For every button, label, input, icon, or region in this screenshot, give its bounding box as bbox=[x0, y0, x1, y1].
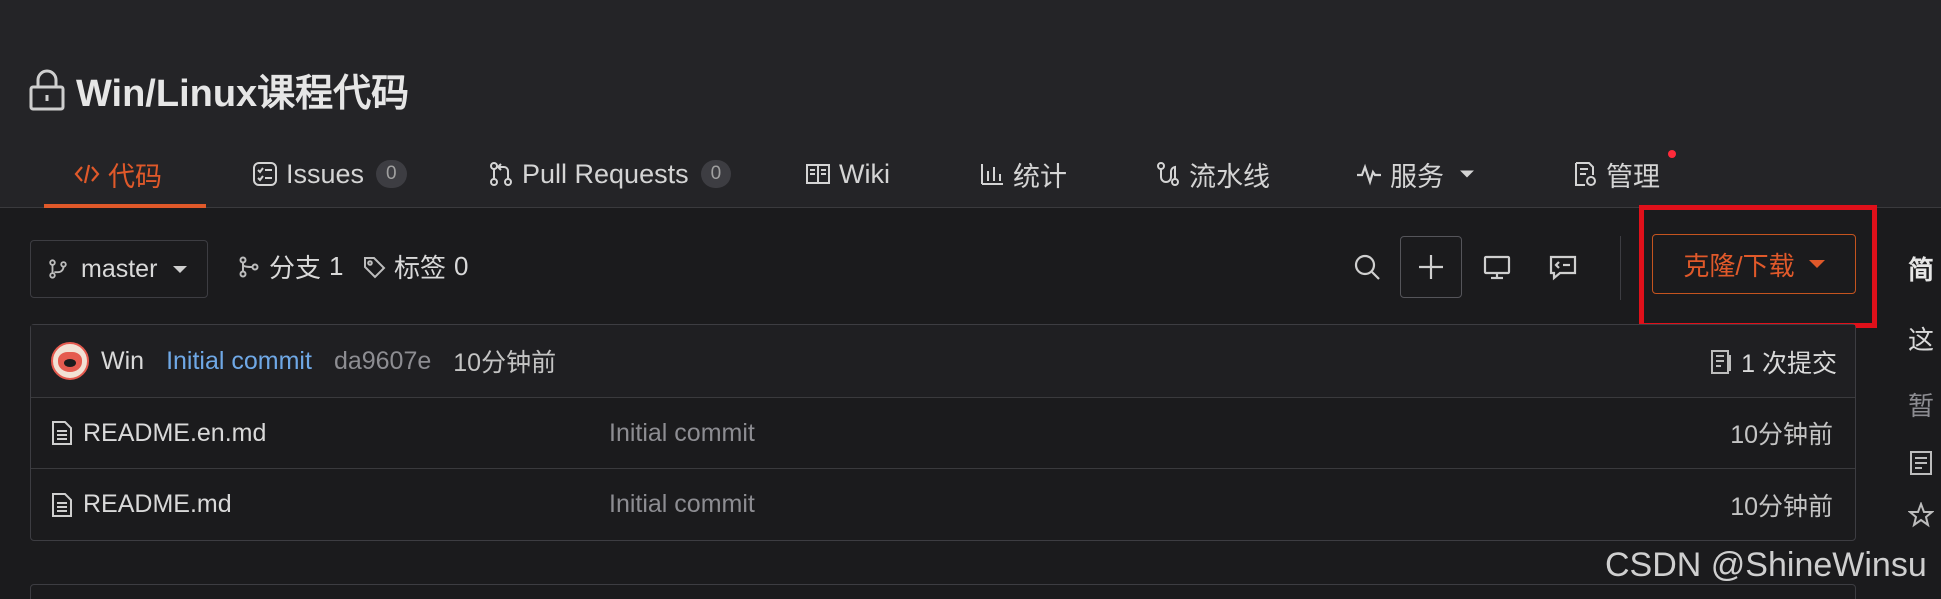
tab-pull-requests-label: Pull Requests bbox=[522, 158, 689, 189]
pipeline-icon bbox=[1157, 162, 1179, 186]
tab-wiki-label: Wiki bbox=[839, 158, 890, 189]
star-icon bbox=[1907, 501, 1935, 528]
branches-label: 分支 bbox=[269, 253, 322, 283]
sidebar-heading: 简 bbox=[1908, 255, 1935, 285]
commit-author[interactable]: Win bbox=[101, 347, 144, 376]
tab-code[interactable]: 代码 bbox=[44, 140, 206, 208]
commit-count-label: 1 次提交 bbox=[1741, 349, 1837, 378]
table-row[interactable]: README.md Initial commit 10分钟前 bbox=[31, 469, 1855, 540]
latest-commit-row: Win Initial commit da9607e 10分钟前 1 次提交 bbox=[31, 325, 1855, 398]
branches-count: 1 bbox=[329, 251, 344, 281]
tags-link[interactable]: 标签 0 bbox=[362, 248, 468, 285]
repo-title-row: Win/Linux课程代码 bbox=[28, 62, 409, 117]
add-file-button[interactable] bbox=[1400, 236, 1462, 298]
plus-icon bbox=[1419, 255, 1443, 279]
issues-count-badge: 0 bbox=[376, 160, 407, 188]
file-commit-message[interactable]: Initial commit bbox=[609, 419, 755, 448]
pull-request-icon bbox=[490, 162, 512, 186]
tab-pipeline[interactable]: 流水线 bbox=[1155, 140, 1270, 208]
tags-label: 标签 bbox=[394, 253, 447, 283]
branch-name: master bbox=[81, 254, 158, 283]
tab-wiki[interactable]: Wiki bbox=[805, 140, 890, 208]
file-name[interactable]: README.en.md bbox=[83, 419, 266, 448]
tab-manage[interactable]: 管理 bbox=[1572, 140, 1676, 208]
branch-select[interactable]: master bbox=[30, 240, 208, 298]
chevron-down-icon bbox=[1460, 170, 1474, 178]
tab-pull-requests[interactable]: Pull Requests 0 bbox=[488, 140, 732, 208]
tab-stats-label: 统计 bbox=[1013, 161, 1067, 192]
comment-code-icon bbox=[1549, 255, 1577, 281]
web-ide-button[interactable] bbox=[1466, 236, 1528, 298]
commits-icon bbox=[1711, 349, 1732, 374]
repo-header: Win/Linux课程代码 代码 Issues 0 Pull Requests … bbox=[0, 0, 1941, 208]
commit-hash[interactable]: da9607e bbox=[334, 347, 431, 376]
notification-dot bbox=[1668, 150, 1676, 158]
file-icon bbox=[52, 421, 72, 445]
commit-count-link[interactable]: 1 次提交 bbox=[1709, 325, 1837, 398]
tags-count: 0 bbox=[454, 251, 469, 281]
caret-down-icon bbox=[173, 265, 188, 273]
repo-tabs: 代码 Issues 0 Pull Requests 0 Wiki 统计 流水线 … bbox=[0, 140, 1941, 208]
file-icon bbox=[52, 492, 72, 517]
sidebar-empty-text: 暂 bbox=[1908, 391, 1935, 421]
pr-count-badge: 0 bbox=[700, 160, 732, 188]
file-name[interactable]: README.md bbox=[83, 490, 232, 519]
search-icon bbox=[1354, 254, 1380, 280]
toolbar-divider bbox=[1620, 236, 1621, 300]
lock-icon bbox=[29, 69, 65, 110]
commit-time: 10分钟前 bbox=[453, 349, 557, 377]
tab-manage-label: 管理 bbox=[1606, 161, 1660, 192]
document-icon bbox=[1910, 451, 1932, 475]
repo-title[interactable]: Win/Linux课程代码 bbox=[76, 62, 409, 117]
file-time: 10分钟前 bbox=[1730, 421, 1833, 449]
commit-message[interactable]: Initial commit bbox=[166, 347, 312, 376]
issues-icon bbox=[253, 162, 277, 186]
tab-services-label: 服务 bbox=[1390, 161, 1444, 192]
readme-link[interactable] bbox=[1908, 450, 1934, 483]
chart-icon bbox=[981, 164, 1003, 185]
highlight-annotation bbox=[1639, 205, 1877, 328]
sidebar-description: 这 bbox=[1908, 325, 1935, 355]
avatar[interactable] bbox=[51, 342, 89, 380]
tag-icon bbox=[364, 256, 386, 278]
code-icon bbox=[74, 164, 100, 184]
tab-issues[interactable]: Issues 0 bbox=[252, 140, 407, 208]
branches-link[interactable]: 分支 1 bbox=[237, 248, 343, 285]
tab-stats[interactable]: 统计 bbox=[979, 140, 1067, 208]
file-commit-message[interactable]: Initial commit bbox=[609, 490, 755, 519]
branch-icon bbox=[49, 259, 67, 279]
table-row[interactable]: README.en.md Initial commit 10分钟前 bbox=[31, 398, 1855, 469]
pulse-icon bbox=[1357, 163, 1381, 186]
tab-pipeline-label: 流水线 bbox=[1189, 161, 1270, 192]
file-list: Win Initial commit da9607e 10分钟前 1 次提交 R… bbox=[30, 324, 1856, 541]
monitor-icon bbox=[1483, 255, 1511, 280]
tab-code-label: 代码 bbox=[108, 161, 162, 192]
search-button[interactable] bbox=[1336, 236, 1398, 298]
branch-icon bbox=[239, 256, 259, 277]
readme-panel bbox=[30, 584, 1856, 599]
watermark: CSDN @ShineWinsu bbox=[1605, 546, 1927, 584]
star-link[interactable] bbox=[1907, 501, 1935, 535]
tab-issues-label: Issues bbox=[286, 158, 365, 189]
comment-button[interactable] bbox=[1532, 236, 1594, 298]
tab-services[interactable]: 服务 bbox=[1356, 140, 1476, 208]
settings-doc-icon bbox=[1575, 162, 1596, 186]
book-icon bbox=[806, 164, 830, 184]
file-time: 10分钟前 bbox=[1730, 492, 1833, 521]
